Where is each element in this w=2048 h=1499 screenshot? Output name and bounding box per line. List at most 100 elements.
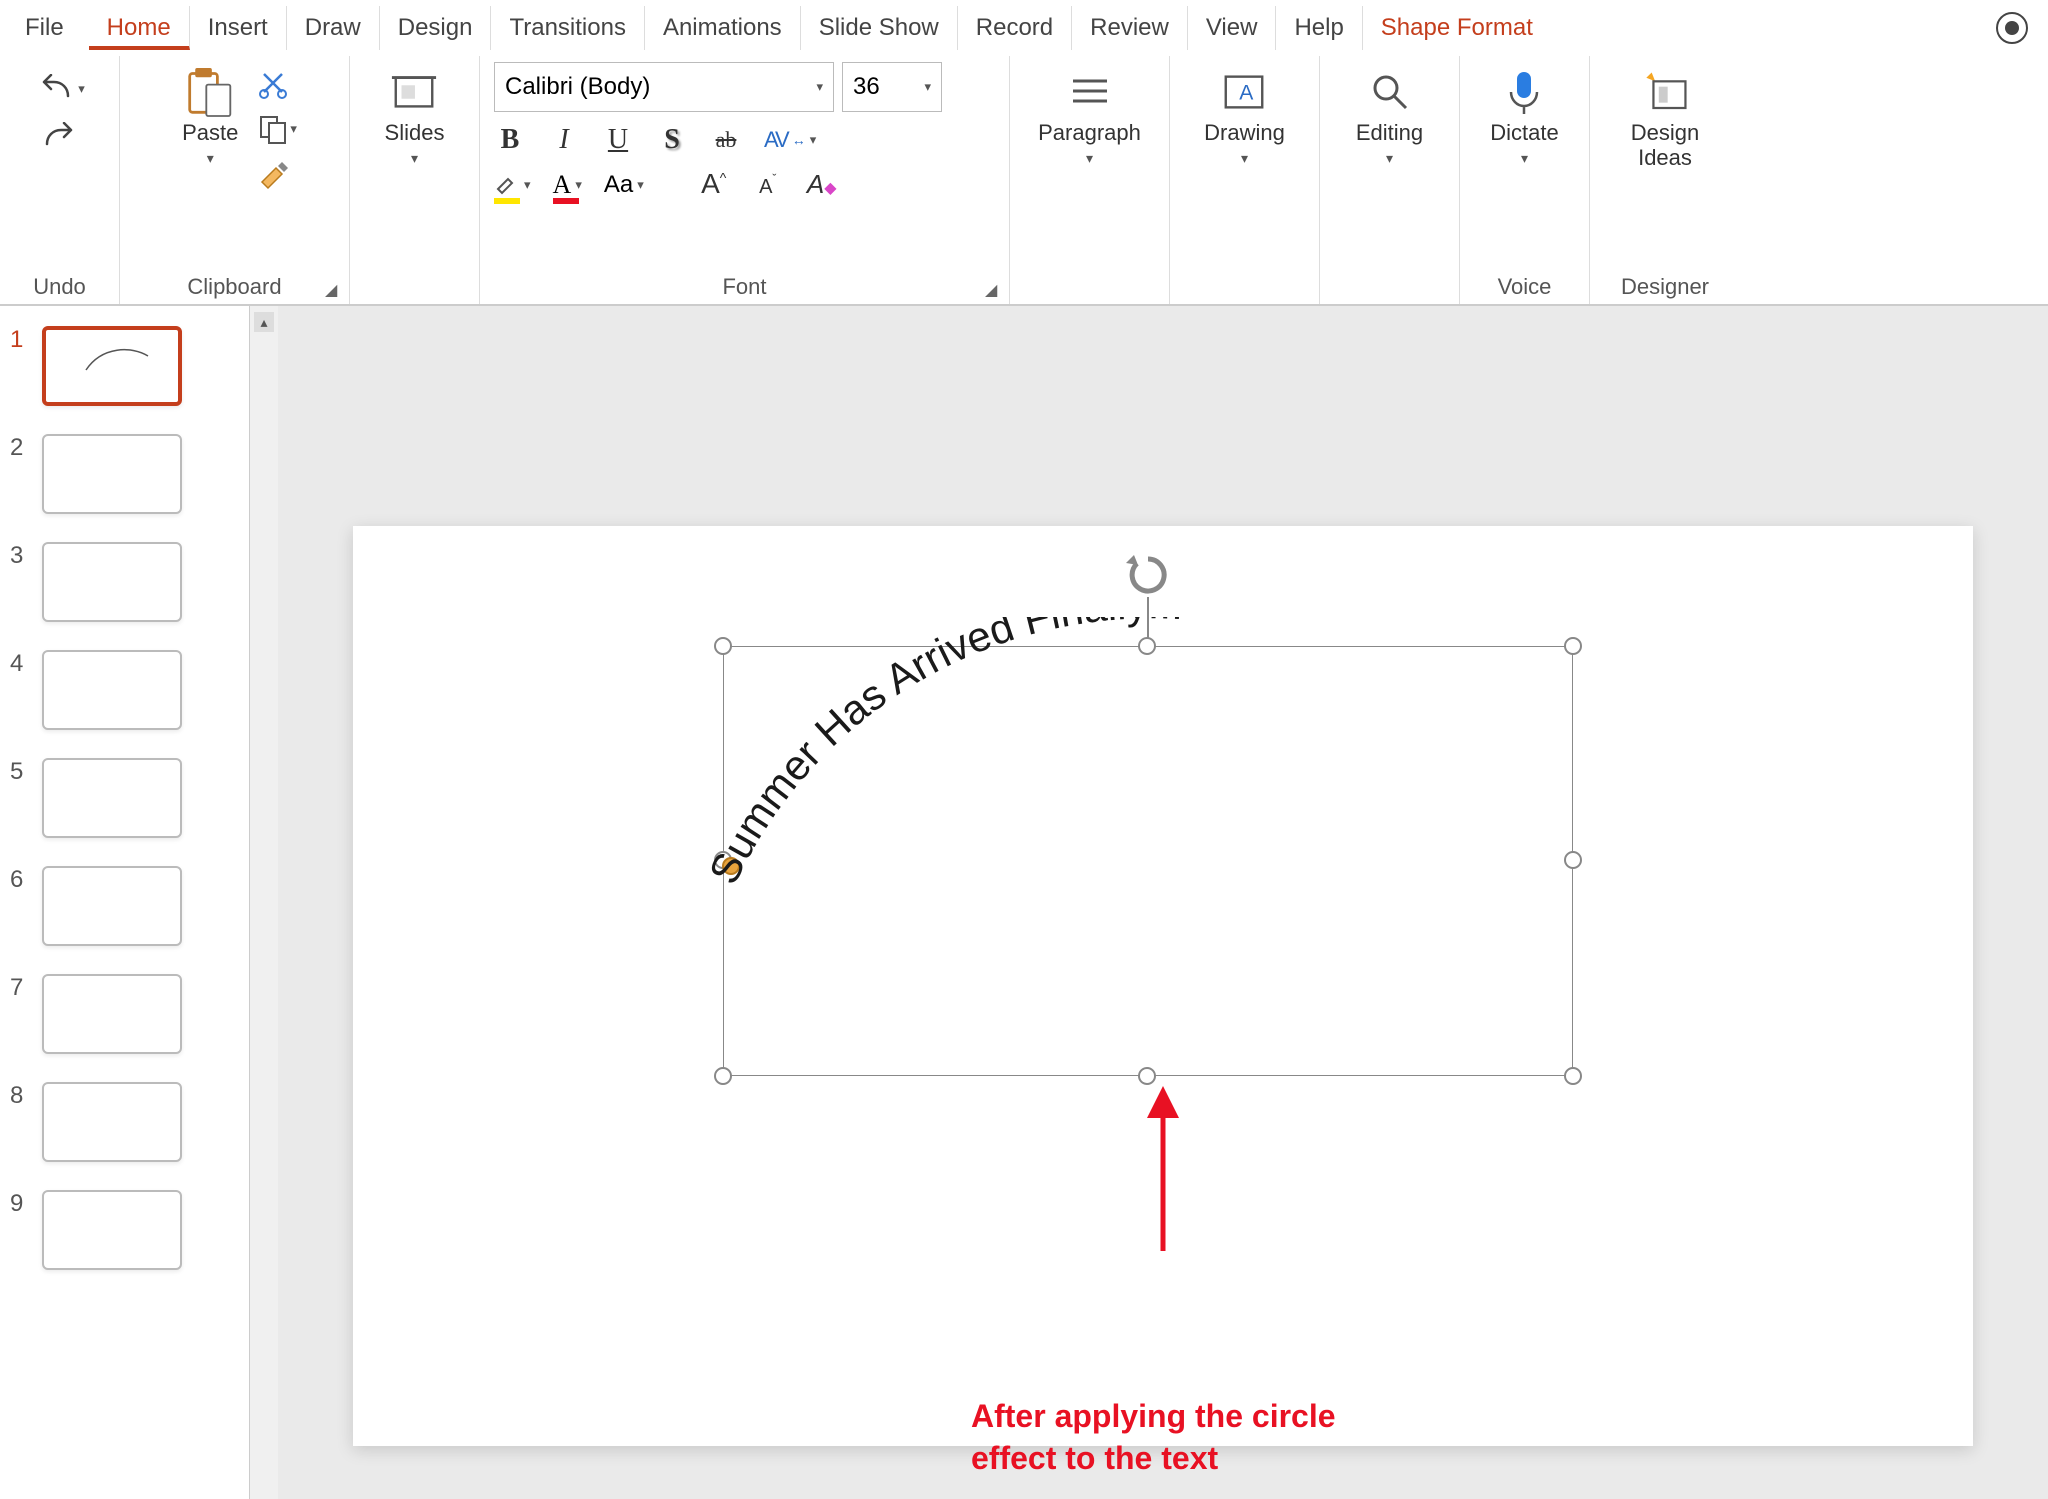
slide-thumbnails-panel[interactable]: 1 2 3 4 5 6 7 8 9	[0, 306, 250, 1499]
menu-review[interactable]: Review	[1072, 6, 1188, 50]
slide[interactable]: Summer Has Arrived Finally!!! After appl…	[353, 526, 1973, 1446]
font-name-combo[interactable]: Calibri (Body) ▾	[494, 62, 834, 112]
thumbnail-7[interactable]: 7	[10, 974, 239, 1054]
copy-button[interactable]: ▾	[258, 114, 297, 144]
paste-icon	[186, 68, 234, 116]
menu-view[interactable]: View	[1188, 6, 1277, 50]
scroll-up-icon[interactable]: ▴	[254, 312, 274, 332]
menu-transitions[interactable]: Transitions	[491, 6, 644, 50]
thumbnail-2[interactable]: 2	[10, 434, 239, 514]
slides-label: Slides	[385, 120, 445, 146]
chevron-down-icon: ▾	[290, 121, 297, 137]
paragraph-button[interactable]: Paragraph ▾	[1028, 62, 1151, 173]
group-clipboard: Paste ▾ ▾ Clipboard ◢	[120, 56, 350, 304]
chevron-down-icon: ▾	[411, 150, 418, 167]
chevron-down-icon: ▾	[1386, 150, 1393, 167]
bold-button[interactable]: B	[494, 124, 526, 156]
recording-indicator-icon[interactable]	[1996, 12, 2028, 44]
resize-handle-bm[interactable]	[1138, 1067, 1156, 1085]
adjustment-handle[interactable]	[722, 857, 740, 875]
slides-button[interactable]: Slides ▾	[375, 62, 455, 173]
svg-text:A: A	[1240, 82, 1255, 105]
highlight-color-button[interactable]: ▾	[494, 169, 531, 200]
workspace: 1 2 3 4 5 6 7 8 9 ▴	[0, 306, 2048, 1499]
thumbnail-5[interactable]: 5	[10, 758, 239, 838]
menu-insert[interactable]: Insert	[190, 6, 287, 50]
menu-design[interactable]: Design	[380, 6, 492, 50]
font-size-value: 36	[853, 73, 880, 101]
group-label-clipboard: Clipboard	[187, 268, 281, 300]
menu-draw[interactable]: Draw	[287, 6, 380, 50]
microphone-icon	[1500, 68, 1548, 116]
annotation-text: After applying the circle effect to the …	[971, 1396, 1336, 1479]
chevron-down-icon: ▾	[78, 81, 85, 97]
mini-curve-icon	[82, 344, 152, 374]
resize-handle-tl[interactable]	[714, 637, 732, 655]
underline-button[interactable]: U	[602, 124, 634, 156]
group-paragraph: Paragraph ▾	[1010, 56, 1170, 304]
redo-button[interactable]	[41, 122, 79, 152]
strikethrough-button[interactable]: ab	[710, 127, 742, 153]
chevron-down-icon: ▾	[637, 177, 644, 193]
italic-button[interactable]: I	[548, 124, 580, 156]
resize-handle-tr[interactable]	[1564, 637, 1582, 655]
menu-help[interactable]: Help	[1276, 6, 1362, 50]
change-case-button[interactable]: Aa ▾	[604, 171, 644, 199]
thumbnail-8[interactable]: 8	[10, 1082, 239, 1162]
slide-canvas-area[interactable]: Summer Has Arrived Finally!!! After appl…	[278, 306, 2048, 1499]
menu-home[interactable]: Home	[89, 6, 190, 50]
group-font: Calibri (Body) ▾ 36 ▾ B I U S ab AV ↔ ▾	[480, 56, 1010, 304]
resize-handle-tm[interactable]	[1138, 637, 1156, 655]
design-ideas-button[interactable]: Design Ideas	[1604, 62, 1726, 177]
format-painter-button[interactable]	[258, 158, 297, 190]
design-ideas-label: Design Ideas	[1614, 120, 1716, 171]
chevron-down-icon: ▾	[1241, 150, 1248, 167]
chevron-down-icon: ▾	[575, 177, 582, 193]
grow-font-button[interactable]: A^	[698, 168, 730, 201]
menu-record[interactable]: Record	[958, 6, 1072, 50]
selected-textbox[interactable]: Summer Has Arrived Finally!!!	[723, 646, 1573, 1076]
chevron-down-icon: ▾	[207, 150, 214, 167]
resize-handle-mr[interactable]	[1564, 851, 1582, 869]
thumbnail-3[interactable]: 3	[10, 542, 239, 622]
rotate-handle[interactable]	[1124, 551, 1172, 599]
menu-file[interactable]: File	[10, 6, 89, 50]
thumbnail-6[interactable]: 6	[10, 866, 239, 946]
clipboard-dialog-launcher[interactable]: ◢	[325, 280, 343, 298]
chevron-down-icon: ▾	[816, 79, 823, 95]
drawing-button[interactable]: A Drawing ▾	[1194, 62, 1295, 173]
resize-handle-br[interactable]	[1564, 1067, 1582, 1085]
font-dialog-launcher[interactable]: ◢	[985, 280, 1003, 298]
font-size-combo[interactable]: 36 ▾	[842, 62, 942, 112]
menu-shape-format[interactable]: Shape Format	[1363, 6, 1551, 50]
clear-formatting-button[interactable]: A◆	[806, 169, 838, 201]
char-spacing-button[interactable]: AV ↔ ▾	[764, 127, 816, 153]
thumbnail-1[interactable]: 1	[10, 326, 239, 406]
thumbnail-scrollbar[interactable]: ▴	[250, 306, 278, 1499]
undo-button[interactable]: ▾	[34, 74, 85, 104]
font-color-button[interactable]: A ▾	[553, 170, 582, 200]
design-ideas-icon	[1641, 68, 1689, 116]
chevron-down-icon: ▾	[524, 177, 531, 193]
resize-handle-bl[interactable]	[714, 1067, 732, 1085]
thumbnail-9[interactable]: 9	[10, 1190, 239, 1270]
menu-animations[interactable]: Animations	[645, 6, 801, 50]
highlighter-icon	[494, 169, 520, 195]
group-voice: Dictate ▾ Voice	[1460, 56, 1590, 304]
chevron-down-icon: ▾	[1521, 150, 1528, 167]
chevron-down-icon: ▾	[1086, 150, 1093, 167]
cut-button[interactable]	[258, 70, 297, 100]
slides-icon	[390, 68, 438, 116]
shrink-font-button[interactable]: Aˇ	[752, 169, 784, 201]
menu-slideshow[interactable]: Slide Show	[801, 6, 958, 50]
thumbnail-4[interactable]: 4	[10, 650, 239, 730]
menu-bar: File Home Insert Draw Design Transitions…	[0, 0, 2048, 56]
dictate-button[interactable]: Dictate ▾	[1480, 62, 1568, 173]
paragraph-icon	[1066, 68, 1114, 116]
paragraph-label: Paragraph	[1038, 120, 1141, 146]
paste-button[interactable]: Paste ▾	[172, 62, 248, 173]
search-icon	[1366, 68, 1414, 116]
chevron-down-icon: ▾	[810, 132, 817, 148]
text-shadow-button[interactable]: S	[656, 124, 688, 156]
editing-button[interactable]: Editing ▾	[1346, 62, 1433, 173]
